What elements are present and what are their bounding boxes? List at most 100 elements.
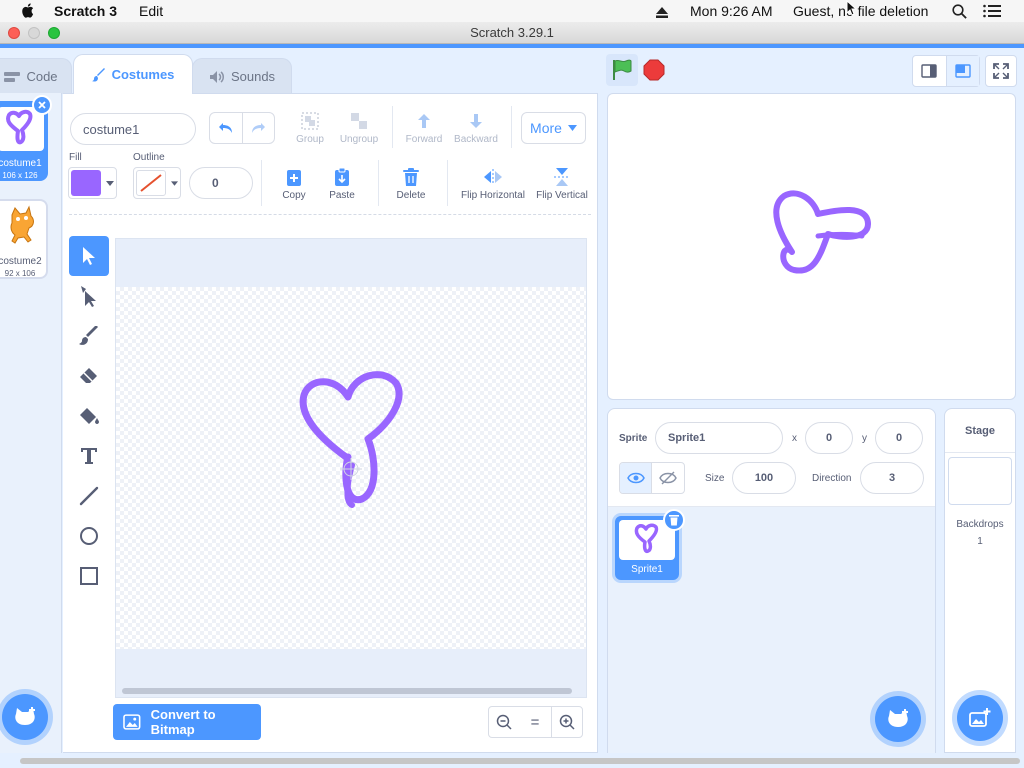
outline-label: Outline xyxy=(133,152,165,163)
circle-tool[interactable] xyxy=(69,516,109,556)
stop-icon xyxy=(643,59,665,81)
tab-code[interactable]: Code xyxy=(0,58,72,94)
image-icon xyxy=(123,714,141,730)
canvas-horizontal-scrollbar[interactable] xyxy=(122,688,572,694)
no-outline-swatch xyxy=(136,170,166,196)
stage-canvas[interactable] xyxy=(607,93,1016,400)
brush-tool[interactable] xyxy=(69,316,109,356)
green-flag-button[interactable] xyxy=(606,54,638,86)
outline-color-picker[interactable] xyxy=(133,167,181,199)
line-tool[interactable] xyxy=(69,476,109,516)
group-button[interactable]: Group xyxy=(292,110,328,145)
edit-menu[interactable]: Edit xyxy=(139,3,163,19)
show-sprite-button[interactable] xyxy=(620,463,653,493)
zoom-in-button[interactable] xyxy=(551,706,583,738)
more-label: More xyxy=(530,120,562,136)
costume-name-input[interactable] xyxy=(70,113,196,145)
large-stage-icon xyxy=(955,64,971,78)
rectangle-icon xyxy=(80,567,98,585)
copy-button[interactable]: Copy xyxy=(275,166,313,201)
delete-sprite-button[interactable] xyxy=(663,509,685,531)
trash-icon xyxy=(669,515,679,526)
fill-label: Fill xyxy=(69,152,82,163)
stop-button[interactable] xyxy=(642,58,666,82)
tab-costumes[interactable]: Costumes xyxy=(73,54,193,94)
direction-input[interactable] xyxy=(860,462,924,494)
tab-code-label: Code xyxy=(26,69,58,84)
zoom-window-button[interactable] xyxy=(48,27,60,39)
window-title-bar: Scratch 3.29.1 xyxy=(0,22,1024,44)
minimize-window-button[interactable] xyxy=(28,27,40,39)
outline-width-input[interactable] xyxy=(189,167,253,199)
choose-sprite-button[interactable] xyxy=(875,696,921,742)
small-stage-button[interactable] xyxy=(913,56,947,86)
flip-vertical-label: Flip Vertical xyxy=(536,190,588,201)
flip-vertical-button[interactable]: Flip Vertical xyxy=(533,166,591,201)
notification-center-icon[interactable] xyxy=(983,4,1001,21)
delete-button[interactable]: Delete xyxy=(390,166,432,201)
costume-2-name: costume2 xyxy=(0,256,42,267)
stage-size-toggle xyxy=(912,55,980,87)
hide-sprite-button[interactable] xyxy=(652,463,684,493)
reshape-icon xyxy=(81,286,96,307)
stage-thumbnail[interactable] xyxy=(948,457,1012,505)
backward-label: Backward xyxy=(454,134,498,145)
eject-icon[interactable] xyxy=(656,5,668,21)
fill-tool[interactable] xyxy=(69,396,109,436)
paste-button[interactable]: Paste xyxy=(323,166,361,201)
y-label: y xyxy=(862,433,867,444)
spotlight-search-icon[interactable] xyxy=(952,4,967,22)
window-horizontal-scrollbar[interactable] xyxy=(20,758,1020,764)
group-label: Group xyxy=(296,134,324,145)
zoom-reset-button[interactable]: = xyxy=(519,706,551,738)
paint-canvas[interactable] xyxy=(115,238,587,698)
redo-button[interactable] xyxy=(243,113,275,143)
choose-backdrop-button[interactable] xyxy=(957,695,1003,741)
cat-sprite-icon xyxy=(10,205,34,244)
costume-drawing xyxy=(299,371,403,508)
cat-plus-icon xyxy=(15,707,35,725)
sprite-info-panel: Sprite x y Size Direction Sprite1 xyxy=(607,408,936,753)
size-input[interactable] xyxy=(732,462,796,494)
fill-color-swatch xyxy=(71,170,101,196)
copy-label: Copy xyxy=(282,190,306,201)
menu-clock[interactable]: Mon 9:26 AM xyxy=(690,3,773,19)
fullscreen-icon xyxy=(993,63,1009,79)
y-position-input[interactable] xyxy=(875,422,923,454)
costume-tile-2[interactable]: costume2 92 x 106 xyxy=(0,199,48,279)
paint-bucket-icon xyxy=(80,408,99,424)
ungroup-button[interactable]: Ungroup xyxy=(336,110,382,145)
sprite-name-input[interactable] xyxy=(655,422,783,454)
canvas-drawing-area[interactable] xyxy=(116,287,586,649)
size-label: Size xyxy=(705,473,725,484)
undo-button[interactable] xyxy=(210,113,243,143)
flip-horizontal-icon xyxy=(484,169,502,185)
circle-icon xyxy=(80,527,98,545)
undo-redo-group xyxy=(209,112,275,144)
select-tool[interactable] xyxy=(69,236,109,276)
more-button[interactable]: More xyxy=(521,112,586,144)
close-window-button[interactable] xyxy=(8,27,20,39)
eraser-icon xyxy=(80,368,97,383)
tab-sounds[interactable]: Sounds xyxy=(192,58,292,94)
apple-icon[interactable] xyxy=(22,3,34,18)
backward-button[interactable]: Backward xyxy=(450,110,502,145)
choose-costume-button[interactable] xyxy=(2,694,48,740)
convert-to-bitmap-button[interactable]: Convert to Bitmap xyxy=(113,704,261,740)
eraser-tool[interactable] xyxy=(69,356,109,396)
app-menu[interactable]: Scratch 3 xyxy=(54,3,117,19)
flip-horizontal-button[interactable]: Flip Horizontal xyxy=(458,166,528,201)
text-tool[interactable] xyxy=(69,436,109,476)
rectangle-tool[interactable] xyxy=(69,556,109,596)
sprite-on-stage xyxy=(773,190,871,274)
large-stage-button[interactable] xyxy=(946,56,979,86)
fill-color-picker[interactable] xyxy=(68,167,117,199)
menu-user[interactable]: Guest, no file deletion xyxy=(793,3,928,19)
reshape-tool[interactable] xyxy=(69,276,109,316)
ungroup-icon xyxy=(351,113,367,129)
zoom-out-button[interactable] xyxy=(488,706,520,738)
x-position-input[interactable] xyxy=(805,422,853,454)
delete-costume-button[interactable] xyxy=(32,95,52,115)
fullscreen-button[interactable] xyxy=(985,55,1017,87)
forward-button[interactable]: Forward xyxy=(402,110,446,145)
